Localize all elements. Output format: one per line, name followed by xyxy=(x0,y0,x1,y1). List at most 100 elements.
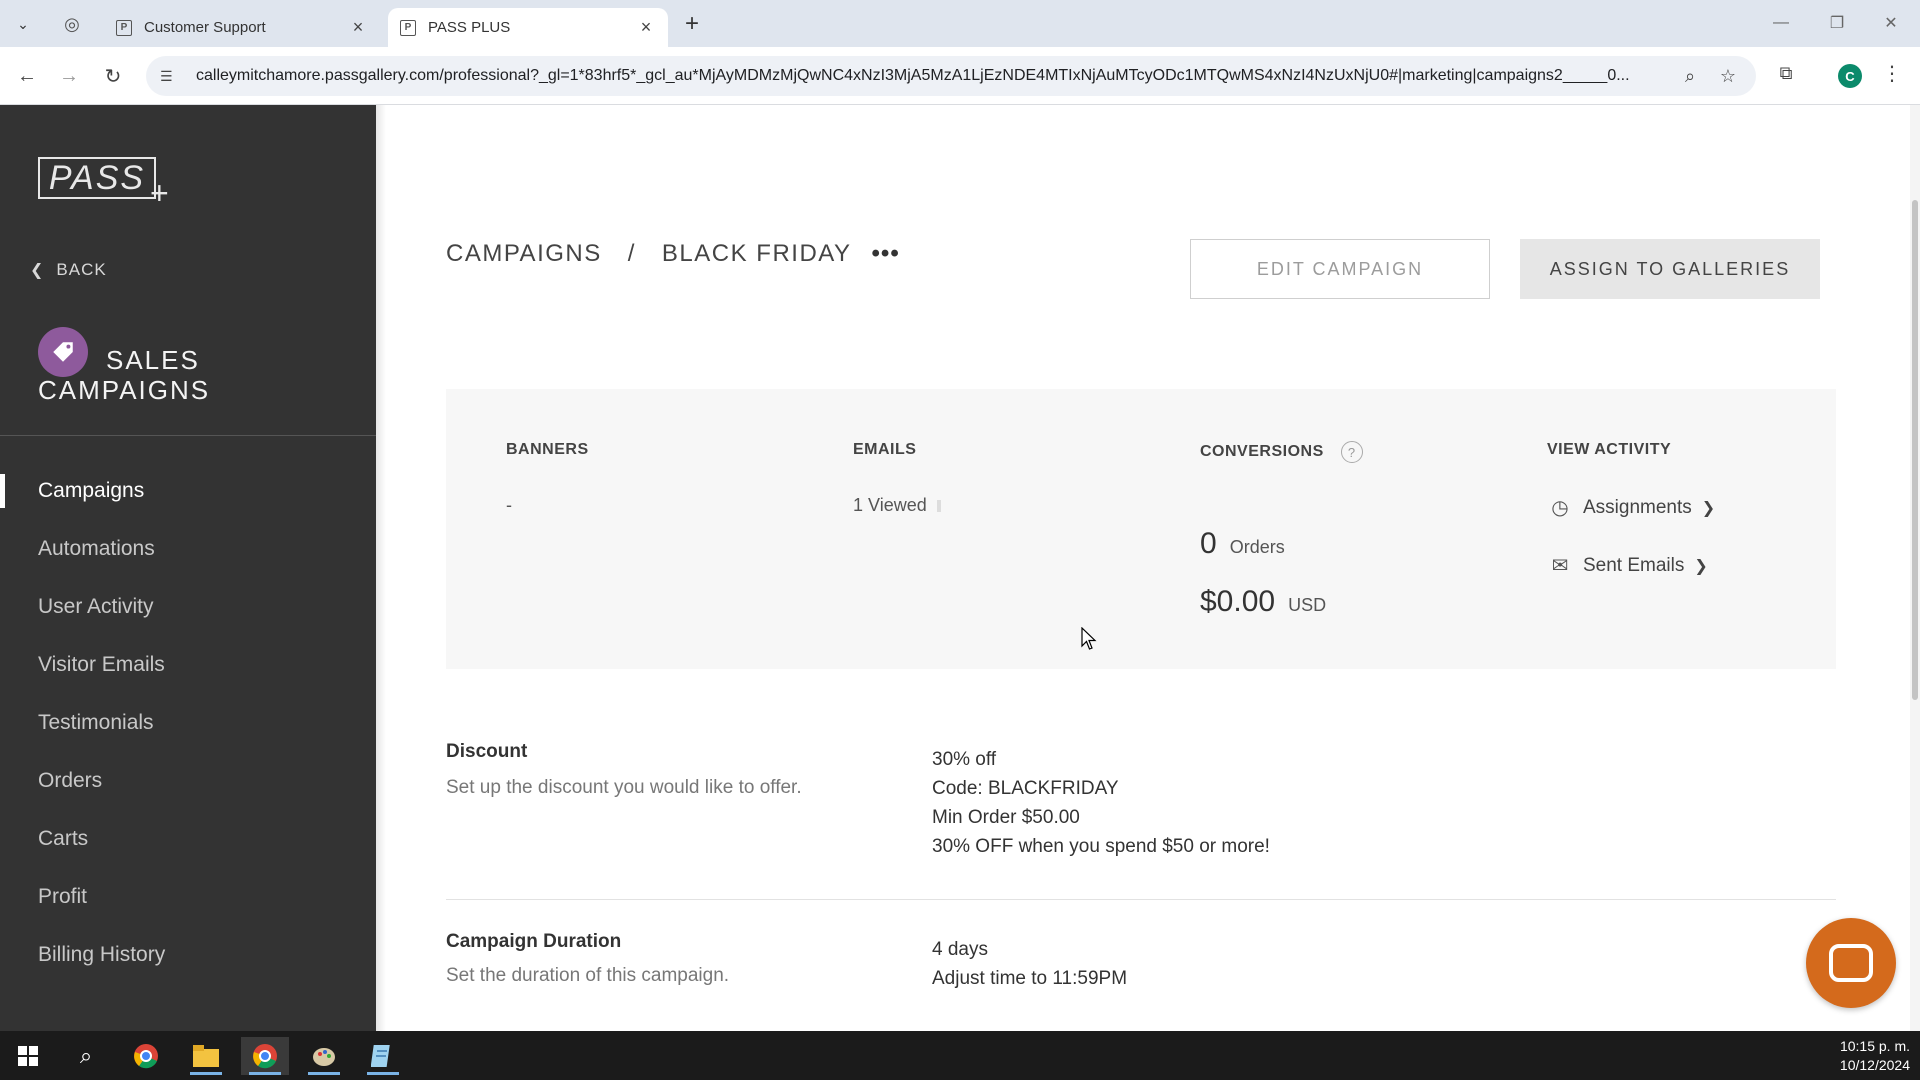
breadcrumb-current: BLACK FRIDAY xyxy=(661,240,852,267)
tab-close-icon[interactable]: × xyxy=(636,17,656,38)
profile-avatar[interactable]: C xyxy=(1838,64,1862,88)
discount-title: Discount xyxy=(446,741,528,762)
tab-favicon-icon: P xyxy=(116,19,132,36)
bookmark-star-icon[interactable]: ☆ xyxy=(1714,66,1742,87)
assign-to-galleries-button[interactable]: ASSIGN TO GALLERIES xyxy=(1520,239,1820,299)
back-link[interactable]: ❮ BACK xyxy=(30,260,107,280)
duration-values: 4 days Adjust time to 11:59PM xyxy=(932,935,1127,993)
sidebar-item-orders[interactable]: Orders xyxy=(0,752,376,810)
new-tab-button[interactable]: + xyxy=(678,10,706,38)
file-explorer-icon[interactable] xyxy=(182,1037,230,1075)
revenue-amount: $0.00 xyxy=(1200,585,1276,618)
discount-description: Set up the discount you would like to of… xyxy=(446,777,802,798)
sidebar-item-carts[interactable]: Carts xyxy=(0,810,376,868)
mouse-cursor-icon xyxy=(1081,627,1097,650)
back-label: BACK xyxy=(56,260,107,279)
conversions-label-row: CONVERSIONS ? xyxy=(1200,441,1363,463)
edit-campaign-button[interactable]: EDIT CAMPAIGN xyxy=(1190,239,1490,299)
tab-close-icon[interactable]: × xyxy=(348,17,368,38)
tab-title: PASS PLUS xyxy=(428,19,511,36)
logo-plus: + xyxy=(150,175,169,211)
section-divider xyxy=(446,899,1836,900)
chevron-right-icon: ❯ xyxy=(1701,499,1716,517)
search-icon[interactable]: ⌕ xyxy=(62,1037,110,1075)
url-text[interactable]: calleymitchamore.passgallery.com/profess… xyxy=(196,67,1666,85)
clock-date: 10/12/2024 xyxy=(1839,1057,1910,1073)
stats-panel: BANNERS - EMAILS 1 Viewed CONVERSIONS ? … xyxy=(446,389,1836,669)
reload-icon[interactable]: ↻ xyxy=(98,61,128,91)
discount-line: Code: BLACKFRIDAY xyxy=(932,778,1119,799)
sidebar-nav: Campaigns Automations User Activity Visi… xyxy=(0,462,376,984)
sidebar-item-profit[interactable]: Profit xyxy=(0,868,376,926)
sidebar-item-visitor-emails[interactable]: Visitor Emails xyxy=(0,636,376,694)
tab-title: Customer Support xyxy=(144,19,266,36)
paint-app-icon[interactable] xyxy=(300,1037,348,1075)
chrome-icon[interactable] xyxy=(122,1037,170,1075)
main-content: CAMPAIGNS / BLACK FRIDAY ••• EDIT CAMPAI… xyxy=(376,105,1920,1031)
back-arrow-icon[interactable]: ← xyxy=(12,61,42,91)
sidebar-item-campaigns[interactable]: Campaigns xyxy=(0,462,376,520)
orders-count: 0 xyxy=(1200,527,1217,560)
scrollbar-thumb[interactable] xyxy=(1912,200,1918,700)
orders-value: 0 Orders xyxy=(1200,527,1285,561)
emails-viewed: 1 Viewed xyxy=(853,495,927,515)
help-icon[interactable]: ? xyxy=(1340,441,1363,463)
sidebar-item-automations[interactable]: Automations xyxy=(0,520,376,578)
taskbar: ⌕ 10:15 p. m. 10/12/2024 xyxy=(0,1031,1920,1080)
discount-line: 30% OFF when you spend $50 or more! xyxy=(932,836,1270,857)
emails-value: 1 Viewed xyxy=(853,495,941,516)
banners-label: BANNERS xyxy=(506,441,589,458)
breadcrumb-separator: / xyxy=(627,240,636,267)
banners-value: - xyxy=(506,495,512,515)
tag-icon xyxy=(38,327,88,377)
windows-start-icon[interactable] xyxy=(4,1037,52,1075)
tab-customer-support[interactable]: P Customer Support × xyxy=(104,8,380,47)
duration-description: Set the duration of this campaign. xyxy=(446,965,730,986)
chevron-left-icon: ❮ xyxy=(30,262,45,279)
duration-line: 4 days xyxy=(932,939,988,960)
address-bar[interactable]: ☰ calleymitchamore.passgallery.com/profe… xyxy=(146,56,1756,96)
sidebar-item-testimonials[interactable]: Testimonials xyxy=(0,694,376,752)
pinned-tab-icon[interactable]: ◎ xyxy=(56,10,88,38)
emails-column: EMAILS 1 Viewed xyxy=(853,389,1153,669)
sidebar: PASS + ❮ BACK SALES CAMPAIGNS Campaigns … xyxy=(0,105,376,1031)
clock-time: 10:15 p. m. xyxy=(1839,1038,1910,1054)
zoom-icon[interactable]: ⌕ xyxy=(1676,66,1704,87)
duration-line: Adjust time to 11:59PM xyxy=(932,968,1128,989)
chat-bubble-icon xyxy=(1829,944,1873,982)
discount-line: 30% off xyxy=(932,749,997,770)
breadcrumb-campaigns[interactable]: CAMPAIGNS xyxy=(446,240,602,268)
tab-pass-plus[interactable]: P PASS PLUS × xyxy=(388,8,668,47)
viewed-bar xyxy=(936,500,941,513)
emails-label: EMAILS xyxy=(853,441,917,458)
assignments-label: Assignments xyxy=(1583,496,1692,518)
duration-title: Campaign Duration xyxy=(446,931,622,952)
logo-text: PASS xyxy=(38,157,156,199)
duration-section: Campaign Duration Set the duration of th… xyxy=(446,931,1836,1021)
more-options-icon[interactable]: ••• xyxy=(872,240,900,268)
sidebar-divider xyxy=(0,435,376,436)
activity-column: VIEW ACTIVITY ◷ Assignments ❯ ✉ Sent Ema… xyxy=(1547,389,1827,669)
browser-menu-icon[interactable]: ⋮ xyxy=(1880,61,1904,91)
site-settings-icon[interactable]: ☰ xyxy=(160,68,180,85)
minimize-icon[interactable]: — xyxy=(1758,8,1804,38)
chrome-active-icon[interactable] xyxy=(241,1037,289,1075)
notepad-icon[interactable] xyxy=(359,1037,407,1075)
system-clock[interactable]: 10:15 p. m. 10/12/2024 xyxy=(1840,1037,1910,1075)
banners-column: BANNERS - xyxy=(506,389,806,669)
sidebar-item-billing-history[interactable]: Billing History xyxy=(0,926,376,984)
browser-tab-bar: ⌄ ◎ P Customer Support × P PASS PLUS × +… xyxy=(0,0,1920,47)
revenue-value: $0.00 USD xyxy=(1200,585,1326,619)
forward-arrow-icon[interactable]: → xyxy=(54,61,84,91)
sent-emails-link[interactable]: ✉ Sent Emails ❯ xyxy=(1547,553,1708,578)
restore-icon[interactable]: ❐ xyxy=(1814,8,1860,38)
sidebar-item-user-activity[interactable]: User Activity xyxy=(0,578,376,636)
chat-button[interactable] xyxy=(1806,918,1896,1008)
window-close-icon[interactable]: ✕ xyxy=(1868,8,1914,38)
assignments-link[interactable]: ◷ Assignments ❯ xyxy=(1547,495,1715,520)
view-activity-label: VIEW ACTIVITY xyxy=(1547,441,1672,458)
extensions-icon[interactable]: ⧉ xyxy=(1772,63,1800,91)
envelope-icon: ✉ xyxy=(1551,555,1569,577)
pass-logo[interactable]: PASS + xyxy=(38,149,172,211)
tab-search-button[interactable]: ⌄ xyxy=(8,10,38,38)
